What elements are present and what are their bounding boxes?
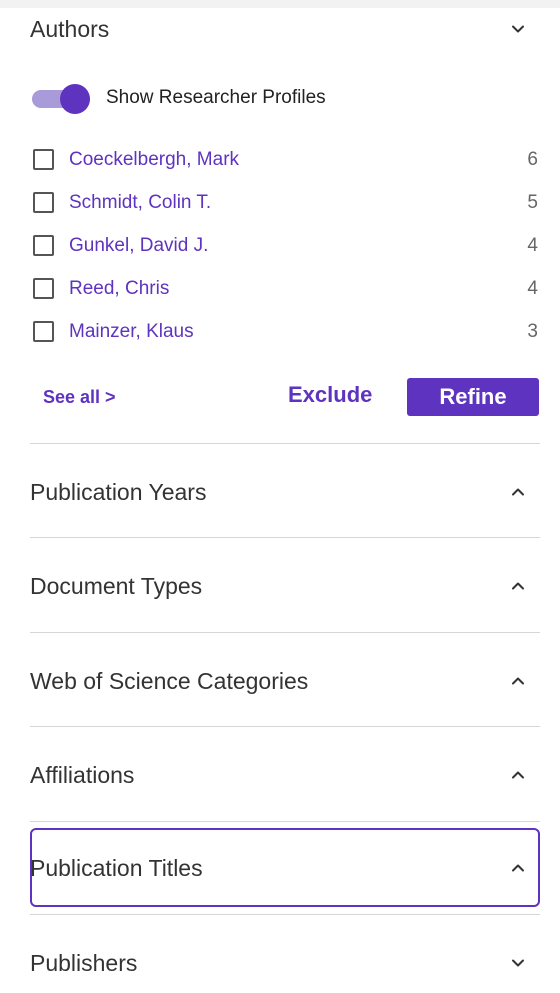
divider (30, 726, 540, 727)
facet-web-of-science-categories[interactable]: Web of Science Categories (30, 651, 540, 711)
researcher-profiles-toggle-row: Show Researcher Profiles (30, 80, 326, 116)
facet-publication-titles[interactable]: Publication Titles (30, 838, 540, 898)
author-count: 4 (527, 234, 538, 256)
facet-label: Publishers (30, 949, 138, 976)
chevron-up-icon[interactable] (510, 860, 526, 876)
divider (30, 443, 540, 444)
authors-title: Authors (30, 15, 110, 42)
list-item: Reed, Chris 4 (30, 267, 540, 310)
authors-section-header[interactable]: Authors (30, 8, 540, 50)
facet-document-types[interactable]: Document Types (30, 556, 540, 616)
list-item: Mainzer, Klaus 3 (30, 310, 540, 353)
author-link[interactable]: Reed, Chris (69, 278, 169, 300)
author-count: 5 (527, 191, 538, 213)
exclude-button[interactable]: Exclude (288, 382, 372, 408)
author-link[interactable]: Mainzer, Klaus (69, 321, 194, 343)
facet-label: Publication Titles (30, 854, 203, 881)
facet-label: Web of Science Categories (30, 667, 309, 694)
refine-button[interactable]: Refine (407, 378, 539, 416)
author-link[interactable]: Gunkel, David J. (69, 235, 208, 257)
chevron-up-icon[interactable] (510, 484, 526, 500)
chevron-up-icon[interactable] (510, 578, 526, 594)
author-actions: See all > Exclude Refine (30, 378, 540, 418)
toggle-knob (60, 84, 90, 114)
chevron-down-icon[interactable] (510, 955, 526, 971)
divider (30, 914, 540, 915)
facet-publication-years[interactable]: Publication Years (30, 462, 540, 522)
facet-publishers[interactable]: Publishers (30, 933, 540, 993)
toggle-label: Show Researcher Profiles (106, 87, 326, 108)
author-list: Coeckelbergh, Mark 6 Schmidt, Colin T. 5… (30, 138, 540, 353)
author-count: 3 (527, 320, 538, 342)
author-link[interactable]: Coeckelbergh, Mark (69, 149, 239, 171)
see-all-link[interactable]: See all > (43, 387, 116, 408)
author-count: 6 (527, 148, 538, 170)
author-checkbox[interactable] (33, 192, 54, 213)
list-item: Schmidt, Colin T. 5 (30, 181, 540, 224)
divider (30, 537, 540, 538)
author-checkbox[interactable] (33, 149, 54, 170)
researcher-profiles-toggle[interactable] (30, 83, 94, 114)
facet-label: Publication Years (30, 478, 207, 505)
facet-label: Document Types (30, 572, 203, 599)
author-checkbox[interactable] (33, 278, 54, 299)
chevron-up-icon[interactable] (510, 767, 526, 783)
author-checkbox[interactable] (33, 235, 54, 256)
divider (30, 821, 540, 822)
facet-affiliations[interactable]: Affiliations (30, 745, 540, 805)
divider (30, 632, 540, 633)
facet-label: Affiliations (30, 761, 135, 788)
list-item: Coeckelbergh, Mark 6 (30, 138, 540, 181)
chevron-down-icon[interactable] (510, 21, 526, 37)
author-count: 4 (527, 277, 538, 299)
top-strip (0, 0, 560, 8)
author-checkbox[interactable] (33, 321, 54, 342)
author-link[interactable]: Schmidt, Colin T. (69, 192, 211, 214)
list-item: Gunkel, David J. 4 (30, 224, 540, 267)
chevron-up-icon[interactable] (510, 673, 526, 689)
